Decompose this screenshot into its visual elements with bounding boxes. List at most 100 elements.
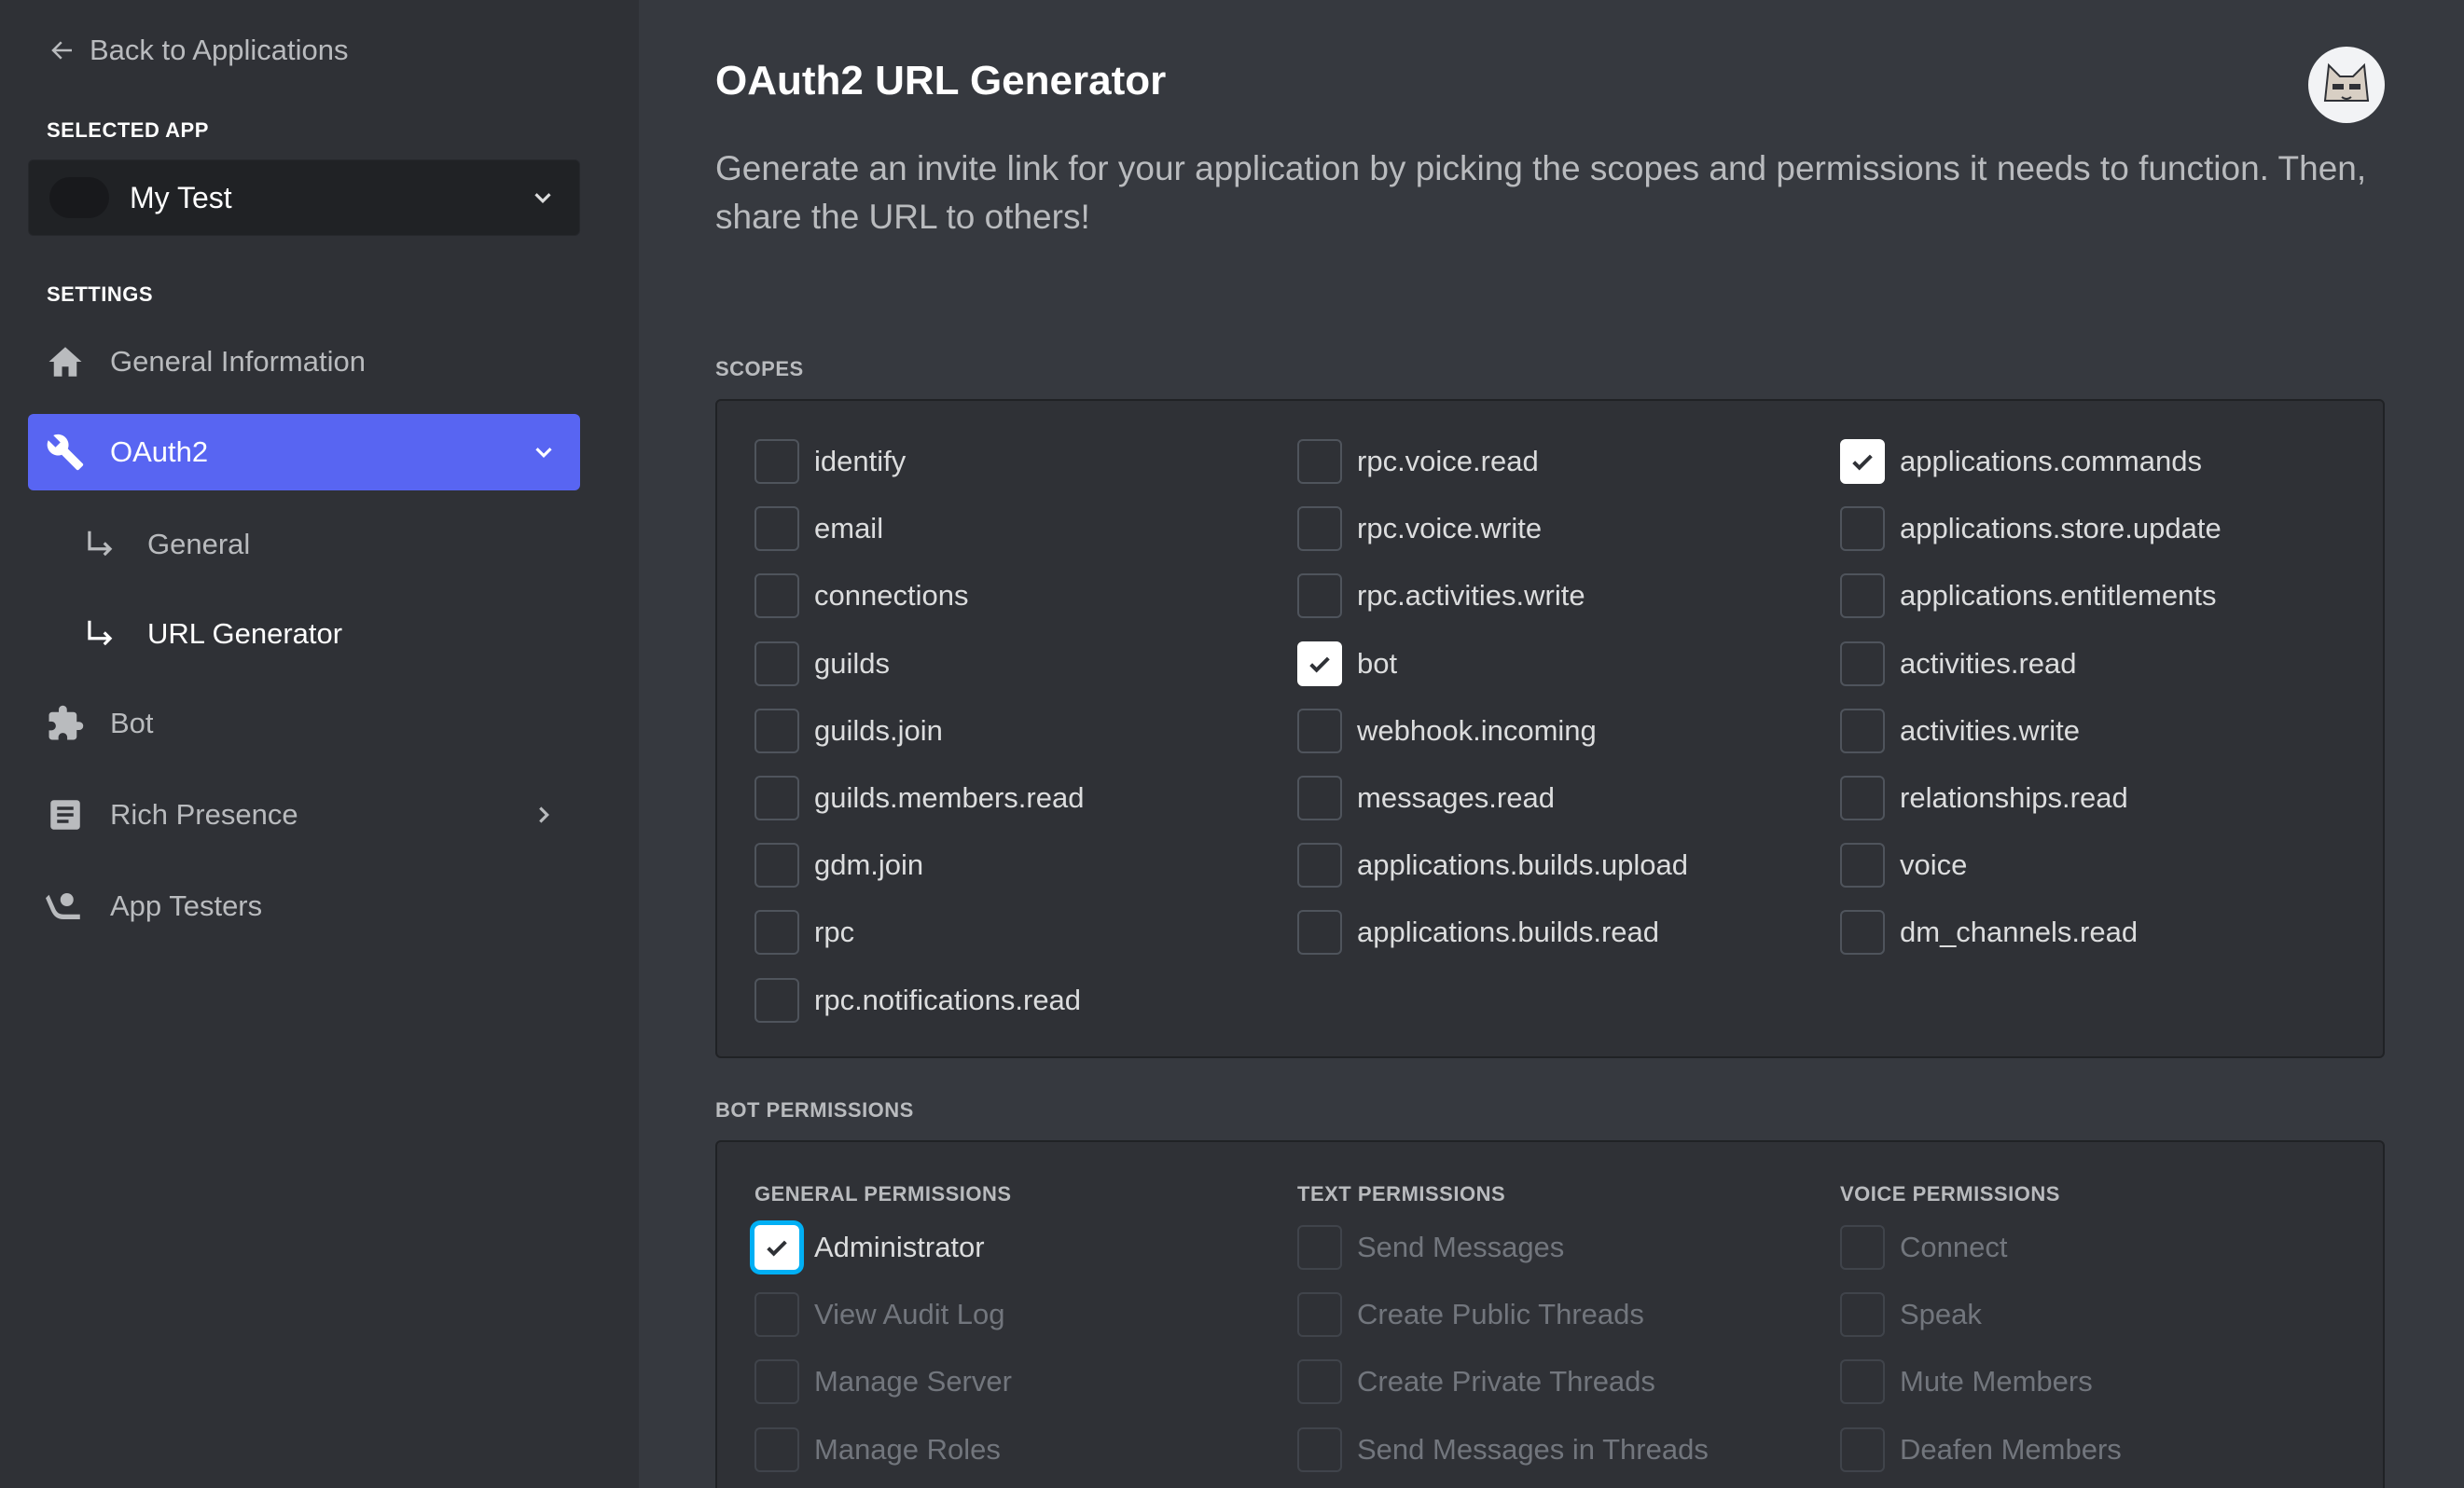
scope-connections[interactable]: connections xyxy=(754,572,968,619)
checkbox-unchecked[interactable] xyxy=(1297,776,1342,820)
checkbox-unchecked[interactable] xyxy=(1840,1359,1885,1405)
checkbox-label: Create Public Threads xyxy=(1357,1298,1644,1331)
selected-app-name: My Test xyxy=(130,180,232,214)
scope-applications-entitlements[interactable]: applications.entitlements xyxy=(1840,572,2216,619)
checkbox-unchecked[interactable] xyxy=(1297,573,1342,619)
checkbox-unchecked[interactable] xyxy=(1840,1225,1885,1270)
permission-manage-server[interactable]: Manage Server xyxy=(754,1358,1012,1405)
back-to-applications-link[interactable]: Back to Applications xyxy=(48,34,348,67)
scope-rpc[interactable]: rpc xyxy=(754,909,854,956)
checkbox-unchecked[interactable] xyxy=(1840,910,1885,956)
scope-rpc-activities-write[interactable]: rpc.activities.write xyxy=(1297,572,1585,619)
scope-messages-read[interactable]: messages.read xyxy=(1297,775,1555,821)
permission-administrator[interactable]: Administrator xyxy=(754,1224,985,1271)
checkbox-unchecked[interactable] xyxy=(754,977,799,1023)
scope-guilds[interactable]: guilds xyxy=(754,641,890,687)
checkbox-label: guilds.members.read xyxy=(814,781,1085,814)
checkbox-label: email xyxy=(814,512,884,545)
scope-guilds-members-read[interactable]: guilds.members.read xyxy=(754,775,1084,821)
checkbox-unchecked[interactable] xyxy=(754,843,799,889)
checkbox-unchecked[interactable] xyxy=(1297,1359,1342,1405)
scope-bot[interactable]: bot xyxy=(1297,641,1397,687)
checkbox-checked[interactable] xyxy=(1840,439,1885,484)
checkbox-unchecked[interactable] xyxy=(754,1292,799,1338)
scope-email[interactable]: email xyxy=(754,505,883,552)
checkbox-unchecked[interactable] xyxy=(1297,1225,1342,1270)
checkbox-unchecked[interactable] xyxy=(754,573,799,619)
permission-create-private-threads[interactable]: Create Private Threads xyxy=(1297,1358,1655,1405)
checkbox-unchecked[interactable] xyxy=(1297,439,1342,484)
checkbox-unchecked[interactable] xyxy=(1840,1292,1885,1338)
checkbox-unchecked[interactable] xyxy=(1297,1292,1342,1338)
sidebar-item-app-testers[interactable]: App Testers xyxy=(28,868,580,944)
scope-rpc-notifications-read[interactable]: rpc.notifications.read xyxy=(754,977,1081,1024)
checkbox-unchecked[interactable] xyxy=(754,910,799,956)
permission-view-audit-log[interactable]: View Audit Log xyxy=(754,1291,1005,1338)
scope-applications-builds-upload[interactable]: applications.builds.upload xyxy=(1297,842,1688,889)
checkbox-label: Send Messages in Threads xyxy=(1357,1432,1709,1466)
scope-webhook-incoming[interactable]: webhook.incoming xyxy=(1297,708,1597,754)
scope-rpc-voice-read[interactable]: rpc.voice.read xyxy=(1297,438,1539,485)
scope-gdm-join[interactable]: gdm.join xyxy=(754,842,923,889)
checkbox-checked[interactable] xyxy=(1297,641,1342,686)
checkbox-checked[interactable] xyxy=(754,1225,799,1270)
checkbox-unchecked[interactable] xyxy=(1840,708,1885,753)
checkbox-unchecked[interactable] xyxy=(1297,843,1342,889)
cat-avatar-icon xyxy=(2309,48,2384,122)
checkbox-unchecked[interactable] xyxy=(1840,641,1885,686)
permission-send-messages[interactable]: Send Messages xyxy=(1297,1224,1564,1271)
checkbox-label: Connect xyxy=(1900,1231,2008,1263)
permission-create-public-threads[interactable]: Create Public Threads xyxy=(1297,1291,1644,1338)
checkbox-label: Manage Roles xyxy=(814,1432,1001,1466)
arrow-left-icon xyxy=(51,41,72,60)
subdirectory-arrow-icon xyxy=(88,530,113,557)
scope-applications-commands[interactable]: applications.commands xyxy=(1840,438,2202,485)
checkbox-unchecked[interactable] xyxy=(754,1359,799,1405)
checkbox-unchecked[interactable] xyxy=(1297,910,1342,956)
scope-dm-channels-read[interactable]: dm_channels.read xyxy=(1840,909,2138,956)
user-avatar[interactable] xyxy=(2308,47,2385,123)
checkbox-unchecked[interactable] xyxy=(1840,776,1885,820)
scope-rpc-voice-write[interactable]: rpc.voice.write xyxy=(1297,505,1542,552)
app-select-dropdown[interactable]: My Test xyxy=(28,159,580,236)
scope-applications-builds-read[interactable]: applications.builds.read xyxy=(1297,909,1659,956)
checkbox-unchecked[interactable] xyxy=(754,776,799,820)
scope-relationships-read[interactable]: relationships.read xyxy=(1840,775,2128,821)
scope-voice[interactable]: voice xyxy=(1840,842,1967,889)
scope-guilds-join[interactable]: guilds.join xyxy=(754,708,943,754)
settings-heading: SETTINGS xyxy=(47,282,154,306)
permission-connect[interactable]: Connect xyxy=(1840,1224,2007,1271)
checkbox-unchecked[interactable] xyxy=(754,708,799,753)
back-label: Back to Applications xyxy=(90,34,349,66)
checkbox-unchecked[interactable] xyxy=(754,506,799,552)
checkbox-unchecked[interactable] xyxy=(1297,708,1342,753)
scopes-heading: SCOPES xyxy=(715,357,804,380)
sidebar-item-rich-presence[interactable]: Rich Presence xyxy=(28,777,580,853)
checkbox-label: Create Private Threads xyxy=(1357,1365,1655,1398)
scope-applications-store-update[interactable]: applications.store.update xyxy=(1840,505,2222,552)
checkbox-label: applications.builds.read xyxy=(1357,916,1659,949)
checkbox-unchecked[interactable] xyxy=(1297,506,1342,552)
sidebar-item-bot[interactable]: Bot xyxy=(28,685,580,762)
permission-speak[interactable]: Speak xyxy=(1840,1291,1982,1338)
scope-activities-write[interactable]: activities.write xyxy=(1840,708,2080,754)
checkbox-unchecked[interactable] xyxy=(1840,506,1885,552)
checkbox-unchecked[interactable] xyxy=(1840,843,1885,889)
permission-manage-roles[interactable]: Manage Roles xyxy=(754,1426,1001,1473)
checkbox-label: rpc.voice.write xyxy=(1357,512,1543,545)
checkbox-unchecked[interactable] xyxy=(1297,1426,1342,1472)
permission-deafen-members[interactable]: Deafen Members xyxy=(1840,1426,2122,1473)
checkbox-unchecked[interactable] xyxy=(754,641,799,686)
checkbox-unchecked[interactable] xyxy=(1840,573,1885,619)
sidebar-subitem-url-generator[interactable]: URL Generator xyxy=(82,601,342,667)
sidebar-item-general-information[interactable]: General Information xyxy=(28,324,580,400)
checkbox-unchecked[interactable] xyxy=(1840,1426,1885,1472)
scope-identify[interactable]: identify xyxy=(754,438,906,485)
sidebar-item-oauth2[interactable]: OAuth2 xyxy=(28,414,580,490)
permission-mute-members[interactable]: Mute Members xyxy=(1840,1358,2093,1405)
scope-activities-read[interactable]: activities.read xyxy=(1840,641,2077,687)
permission-send-messages-in-threads[interactable]: Send Messages in Threads xyxy=(1297,1426,1709,1473)
checkbox-unchecked[interactable] xyxy=(754,1426,799,1472)
checkbox-unchecked[interactable] xyxy=(754,439,799,484)
sidebar-subitem-general[interactable]: General xyxy=(82,512,250,577)
